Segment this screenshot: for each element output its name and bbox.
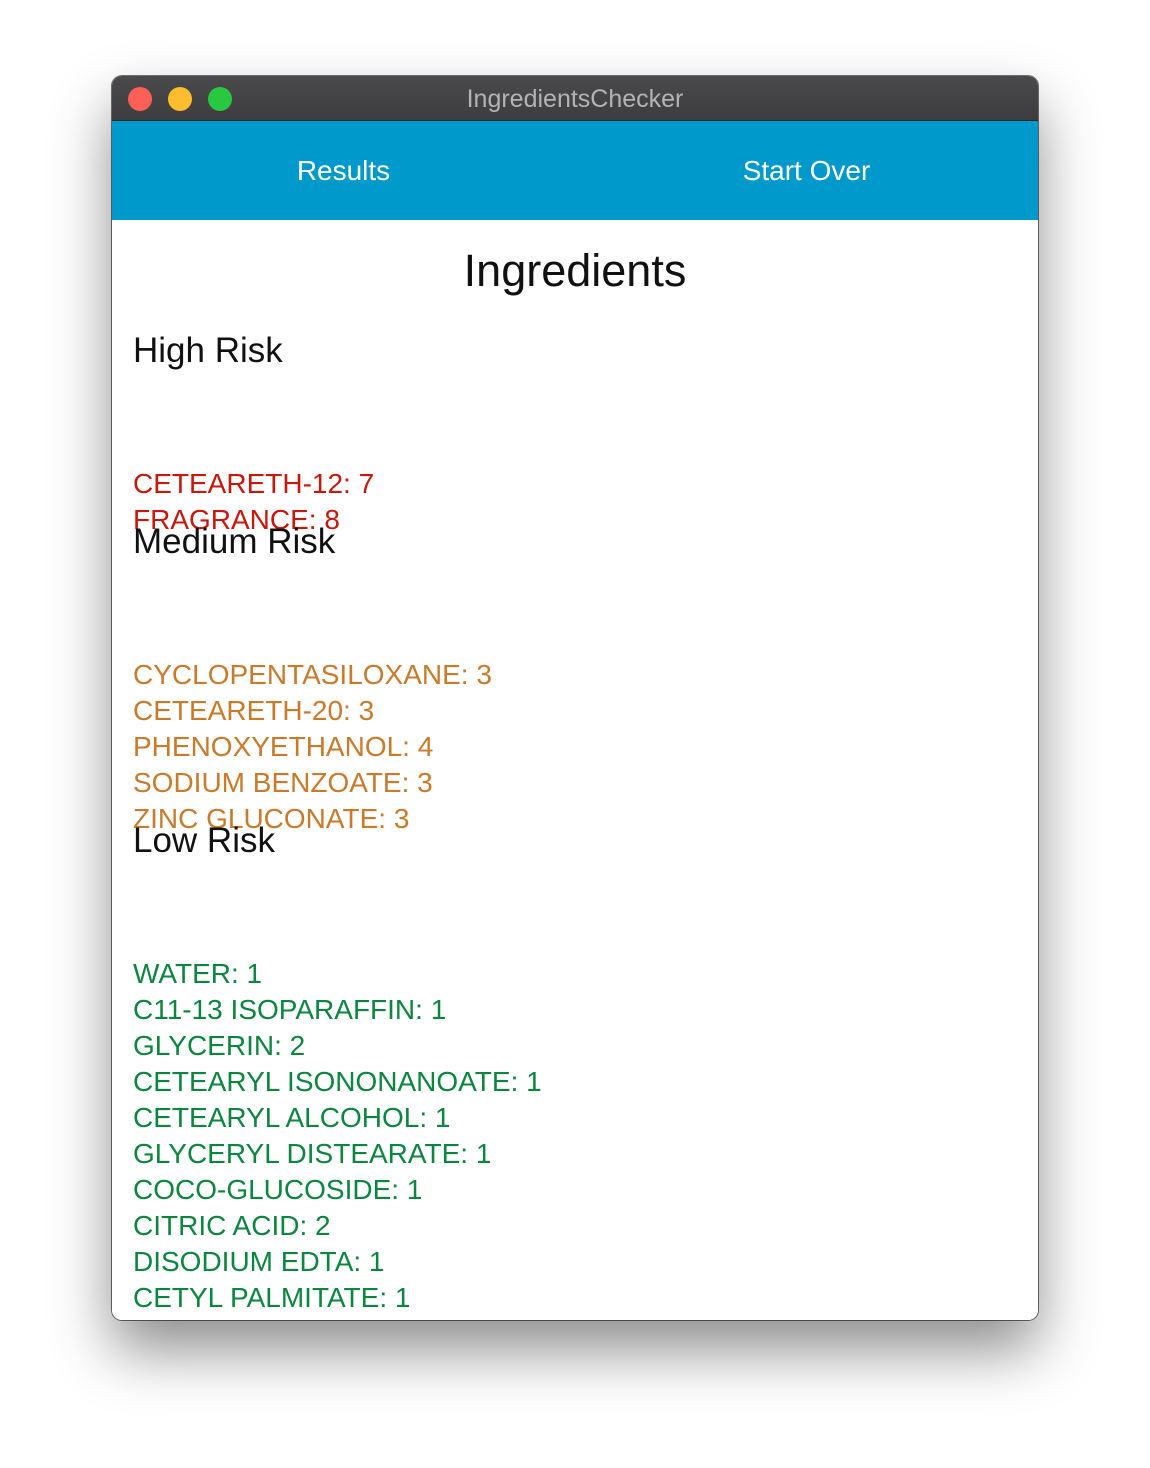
ingredient-item: GLYCERYL DISTEARATE: 1 (133, 1138, 492, 1169)
medium-risk-list: CYCLOPENTASILOXANE: 3 CETEARETH-20: 3 PHEN… (133, 657, 492, 837)
ingredient-item: GLYCERIN: 2 (133, 1030, 306, 1061)
ingredient-item: CETEARETH-12: 7 (133, 468, 375, 499)
window-title: IngredientsChecker (466, 85, 684, 113)
ingredient-item: CETYL PALMITATE: 1 (133, 1282, 411, 1313)
ingredient-item: CYCLOPENTASILOXANE: 3 (133, 659, 492, 690)
ingredient-item: CETEARYL ISONONANOATE: 1 (133, 1066, 542, 1097)
results-tab[interactable]: Results (112, 121, 575, 220)
ingredient-item: CETEARYL ALCOHOL: 1 (133, 1102, 451, 1133)
ingredient-item: CITRIC ACID: 2 (133, 1210, 331, 1241)
low-risk-heading: Low Risk (133, 821, 275, 860)
high-risk-heading: High Risk (133, 331, 283, 370)
medium-risk-heading: Medium Risk (133, 522, 336, 561)
ingredient-item: CETEARETH-20: 3 (133, 695, 375, 726)
ingredient-item: C11-13 ISOPARAFFIN: 1 (133, 994, 447, 1025)
ingredient-item: DISODIUM EDTA: 1 (133, 1246, 385, 1277)
page-title: Ingredients (463, 245, 687, 296)
ingredient-item: PHENOXYETHANOL: 4 (133, 731, 434, 762)
low-risk-list: WATER: 1 C11-13 ISOPARAFFIN: 1 GLYCERIN: 2… (133, 956, 542, 1320)
ingredient-item: WATER: 1 (133, 958, 263, 989)
app-window: IngredientsChecker Results Start Over In… (112, 76, 1038, 1320)
toolbar: Results Start Over (112, 121, 1038, 220)
content-area[interactable]: Ingredients High Risk CETEARETH-12: 7 FRA… (112, 220, 1038, 1320)
title-bar[interactable]: IngredientsChecker (112, 76, 1038, 121)
ingredient-item: SODIUM BENZOATE: 3 (133, 767, 433, 798)
ingredient-item: COCO-GLUCOSIDE: 1 (133, 1174, 423, 1205)
start-over-button[interactable]: Start Over (575, 121, 1038, 220)
ingredient-item: PANTHENOL: 1 (133, 1316, 542, 1320)
